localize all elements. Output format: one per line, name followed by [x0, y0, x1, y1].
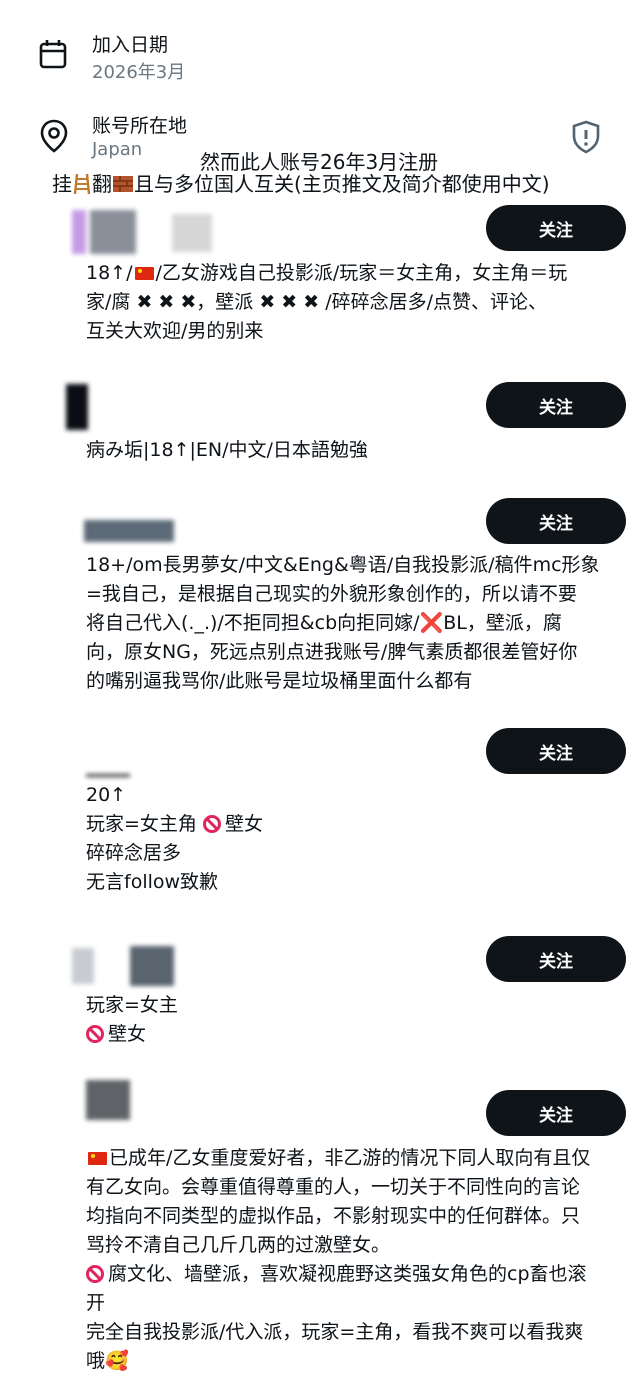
prohibited-icon: [86, 1025, 104, 1043]
bio-line: 骂拎不清自己几斤几两的过激壁女。: [86, 1234, 391, 1256]
location-value: Japan: [92, 139, 143, 160]
cross-mark-icon: ❌: [419, 612, 444, 634]
bio-line: 20↑: [86, 784, 127, 806]
user-bio: 玩家=女主 壁女: [86, 991, 631, 1049]
location-label: 账号所在地: [92, 115, 188, 137]
follow-button[interactable]: 关注: [486, 728, 626, 774]
bio-line: 玩家=女主角 壁女: [86, 813, 263, 835]
avatar[interactable]: [86, 1080, 132, 1120]
bio-line: 的嘴别逼我骂你/此账号是垃圾桶里面什么都有: [86, 670, 473, 692]
bio-line: 均指向不同类型的虚拟作品，不影射现实中的任何群体。只: [86, 1205, 581, 1227]
china-flag-icon: [88, 1152, 107, 1165]
bio-line: 无言follow致歉: [86, 871, 219, 893]
user-bio: 18↑//乙女游戏自己投影派/玩家＝女主角，女主角＝玩 家/腐 ✖ ✖ ✖，壁派…: [86, 259, 631, 346]
user-bio: 已成年/乙女重度爱好者，非乙游的情况下同人取向有且仅 有乙女向。会尊重值得尊重的…: [86, 1144, 631, 1376]
caption-text-a: 挂: [52, 172, 72, 196]
bio-line: 碎碎念居多: [86, 842, 182, 864]
china-flag-icon: [134, 267, 154, 280]
avatar[interactable]: [72, 946, 174, 986]
caption-line-2: 挂 翻 且与多位国人互关(主页推文及简介都使用中文): [52, 168, 550, 197]
avatar[interactable]: [66, 384, 106, 430]
bio-line: 18↑//乙女游戏自己投影派/玩家＝女主角，女主角＝玩: [86, 262, 568, 284]
follow-button[interactable]: 关注: [486, 382, 626, 428]
bio-line: 已成年/乙女重度爱好者，非乙游的情况下同人取向有且仅: [86, 1144, 631, 1173]
shield-icon[interactable]: [570, 120, 602, 154]
join-date-label: 加入日期: [92, 34, 169, 56]
bio-line: 18+/om長男夢女/中文&Eng&粤语/自我投影派/稿件mc形象: [86, 554, 600, 576]
prohibited-icon: [86, 1265, 104, 1283]
bio-line: 玩家=女主: [86, 994, 178, 1016]
bio-line: 腐文化、墙壁派，喜欢凝视鹿野这类强女角色的cp畜也滚: [86, 1260, 631, 1289]
calendar-icon: [38, 38, 70, 70]
bio-line: =我自己，是根据自己现实的外貌形象创作的，所以请不要: [86, 583, 577, 605]
bio-line: 有乙女向。会尊重值得尊重的人，一切关于不同性向的言论: [86, 1176, 581, 1198]
bio-line: 互关大欢迎/男的别来: [86, 320, 264, 342]
bio-line: 向，原女NG，死远点别点进我账号/脾气素质都很差管好你: [86, 641, 578, 663]
user-bio: 18+/om長男夢女/中文&Eng&粤语/自我投影派/稿件mc形象 =我自己，是…: [86, 551, 631, 696]
user-bio: 20↑ 玩家=女主角 壁女 碎碎念居多 无言follow致歉: [86, 781, 631, 897]
follow-button[interactable]: 关注: [486, 936, 626, 982]
follow-button[interactable]: 关注: [486, 1090, 626, 1136]
ladder-icon: [72, 173, 92, 195]
prohibited-icon: [202, 815, 221, 833]
user-bio: 病み垢|18↑|EN/中文/日本語勉強: [86, 436, 631, 465]
bio-line: 病み垢|18↑|EN/中文/日本語勉強: [86, 439, 368, 461]
smiling-face-hearts-icon: 🥰: [105, 1350, 129, 1372]
avatar[interactable]: [84, 520, 174, 544]
bio-line: 将自己代入(._.)/不拒同担&cb向拒同嫁/❌BL，壁派，腐: [86, 612, 562, 634]
join-date-value: 2026年3月: [92, 62, 186, 83]
follow-button[interactable]: 关注: [486, 498, 626, 544]
avatar[interactable]: [86, 772, 130, 780]
location-pin-icon: [38, 118, 70, 154]
bio-line: 壁女: [86, 1020, 631, 1049]
follow-button[interactable]: 关注: [486, 205, 626, 251]
bio-line: 完全自我投影派/代入派，玩家=主角，看我不爽可以看我爽: [86, 1321, 584, 1343]
caption-text-b: 翻: [92, 172, 112, 196]
bio-line: 哦🥰: [86, 1350, 129, 1372]
caption-text-c: 且与多位国人互关(主页推文及简介都使用中文): [134, 172, 550, 196]
bio-line: 开: [86, 1292, 106, 1314]
bio-line: 家/腐 ✖ ✖ ✖，壁派 ✖ ✖ ✖ /碎碎念居多/点赞、评论、: [86, 291, 548, 313]
avatar[interactable]: [72, 210, 214, 254]
wall-icon: [112, 174, 134, 194]
